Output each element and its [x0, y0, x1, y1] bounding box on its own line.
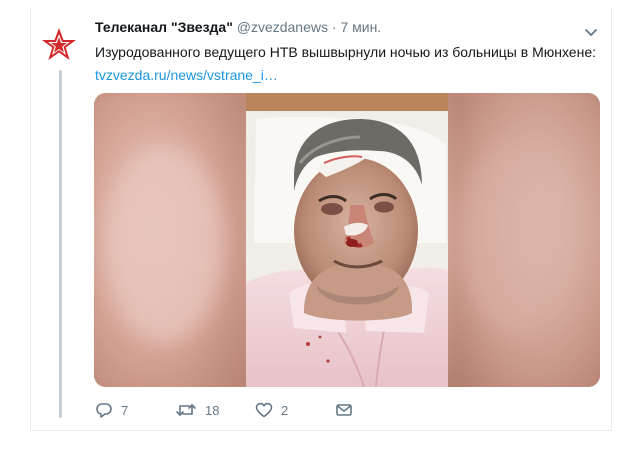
- photo-image: [94, 93, 600, 387]
- reply-count: 7: [121, 402, 129, 418]
- tweet-text: Изуродованного ведущего НТВ вышвырнули н…: [95, 44, 596, 60]
- envelope-icon: [336, 404, 352, 416]
- red-star-logo-icon: [37, 24, 81, 68]
- retweet-count: 18: [205, 402, 220, 418]
- like-count: 2: [281, 402, 289, 418]
- heart-icon: [255, 402, 273, 418]
- avatar[interactable]: [37, 24, 81, 68]
- chevron-down-icon[interactable]: [583, 26, 599, 38]
- author-name[interactable]: Телеканал "Звезда": [95, 19, 233, 35]
- retweet-button[interactable]: 18: [175, 402, 219, 418]
- direct-message-button[interactable]: [335, 402, 353, 418]
- tweet-header: Телеканал "Звезда" @zvezdanews · 7 мин.: [95, 19, 381, 35]
- tweet-photo[interactable]: [94, 93, 600, 387]
- separator-dot: ·: [331, 19, 337, 35]
- tweet-timestamp[interactable]: 7 мин.: [340, 19, 381, 35]
- reply-icon: [96, 403, 112, 418]
- tweet-link[interactable]: tvzvezda.ru/news/vstrane_i…: [95, 67, 278, 83]
- author-handle[interactable]: @zvezdanews: [237, 19, 328, 35]
- like-button[interactable]: 2: [255, 402, 288, 418]
- reply-button[interactable]: 7: [95, 402, 128, 418]
- retweet-icon: [176, 404, 196, 416]
- thread-line: [59, 70, 62, 418]
